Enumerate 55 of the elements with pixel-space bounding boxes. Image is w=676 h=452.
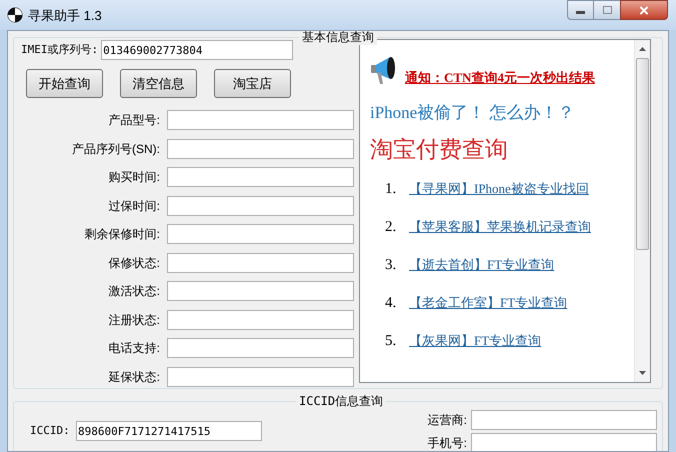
field-label: 过保时间: xyxy=(108,198,160,214)
result-link[interactable]: 【老金工作室】FT专业查询 xyxy=(409,293,568,313)
list-number: 5. xyxy=(385,332,398,351)
result-link[interactable]: 【苹果客服】苹果换机记录查询 xyxy=(409,217,591,237)
query-button[interactable]: 淘宝店 xyxy=(214,69,291,98)
field-label: 产品序列号(SN): xyxy=(71,140,160,158)
text-field[interactable] xyxy=(167,138,354,158)
field-label: 保修状态: xyxy=(108,254,160,272)
text-field[interactable] xyxy=(167,167,354,187)
field-label: 注册状态: xyxy=(108,312,160,328)
app-icon xyxy=(7,7,23,23)
text-field[interactable] xyxy=(167,224,354,244)
query-button[interactable]: 开始查询 xyxy=(26,69,103,98)
field-label: 手机号: xyxy=(426,435,467,451)
field-label: 运营商: xyxy=(426,412,467,429)
scroll-bar[interactable] xyxy=(634,40,650,382)
list-number: 4. xyxy=(385,294,398,313)
field-label: ICCID: xyxy=(30,422,71,439)
close-icon xyxy=(639,6,649,14)
text-field[interactable] xyxy=(471,410,657,430)
text-field[interactable] xyxy=(471,433,657,451)
field-label: 购买时间: xyxy=(108,169,160,186)
text-field[interactable] xyxy=(167,281,354,301)
query-button[interactable]: 清空信息 xyxy=(120,69,197,98)
result-link[interactable]: 【逝去首创】FT专业查询 xyxy=(409,255,554,275)
heading-text: 淘宝付费查询 xyxy=(370,136,509,164)
close-button[interactable] xyxy=(620,0,668,20)
field-label: 产品型号: xyxy=(108,112,160,129)
scroll-up-icon[interactable] xyxy=(639,47,646,51)
group-title: 基本信息查询 xyxy=(299,31,377,45)
scroll-down-icon[interactable] xyxy=(639,371,646,375)
scroll-thumb[interactable] xyxy=(636,58,649,250)
notice-link[interactable]: 通知：CTN查询4元一次秒出结果 xyxy=(405,70,595,86)
result-link[interactable]: 【寻果网】IPhone被盗专业找回 xyxy=(409,179,589,199)
imei-input[interactable]: 013469002773804 xyxy=(101,40,294,60)
text-field[interactable] xyxy=(167,310,354,330)
list-number: 1. xyxy=(385,180,398,199)
field-label: 电话支持: xyxy=(108,340,160,357)
minimize-button[interactable] xyxy=(567,0,594,20)
text-field[interactable] xyxy=(167,196,354,216)
result-link[interactable]: 【灰果网】FT专业查询 xyxy=(409,331,542,351)
window-title: 寻果助手 1.3 xyxy=(28,7,102,25)
list-number: 3. xyxy=(385,256,398,275)
group-title: ICCID信息查询 xyxy=(296,393,386,409)
text-field[interactable] xyxy=(167,252,354,272)
field-label: 激活状态: xyxy=(108,283,160,300)
field-label: 延保状态: xyxy=(108,368,160,386)
text-field[interactable] xyxy=(167,366,354,386)
text-field[interactable] xyxy=(167,338,354,358)
field-label: 剩余保修时间: xyxy=(84,226,160,243)
list-number: 2. xyxy=(385,218,398,237)
text-field[interactable] xyxy=(167,110,354,130)
question-text: iPhone被偷了！ 怎么办！？ xyxy=(370,103,576,123)
iccid-input[interactable]: 898600F7171271417515 xyxy=(76,421,262,441)
field-label: IMEI或序列号: xyxy=(21,42,98,58)
